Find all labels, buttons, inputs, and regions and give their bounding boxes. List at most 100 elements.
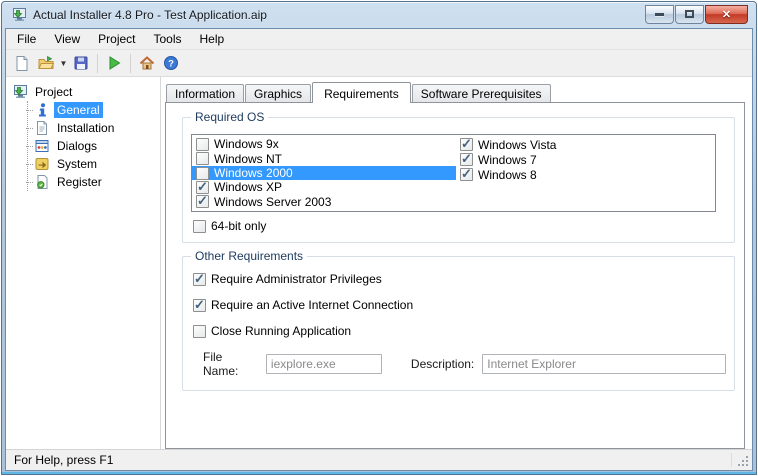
os-label: Windows 7 [478,152,537,167]
close-running-app-option[interactable]: ✓ Close Running Application [193,324,726,338]
help-button[interactable]: ? [159,52,183,75]
tree-item-system[interactable]: System [12,155,158,173]
close-icon: ✕ [721,8,732,21]
tree-item-general[interactable]: General [12,101,158,119]
menu-project[interactable]: Project [89,30,144,48]
home-icon [139,56,155,70]
tab-panel-requirements: Required OS ✓ Windows 9x ✓ Windows NT [165,102,745,449]
require-internet-option[interactable]: ✓ Require an Active Internet Connection [193,296,726,312]
menu-tools[interactable]: Tools [145,30,191,48]
home-button[interactable] [135,52,159,75]
require-internet-label: Require an Active Internet Connection [211,298,414,312]
status-bar: For Help, press F1 [6,449,752,470]
menu-view[interactable]: View [45,30,89,48]
os-item-windows-xp[interactable]: ✓ Windows XP [192,179,456,195]
os-item-windows-vista[interactable]: ✓ Windows Vista [456,136,715,152]
info-icon [39,103,46,117]
required-os-group: Required OS ✓ Windows 9x ✓ Windows NT [182,110,735,243]
new-project-button[interactable] [10,52,34,75]
checkbox-windows-2000[interactable]: ✓ [196,166,209,180]
tree-label-general: General [54,102,103,118]
checkbox-require-admin[interactable]: ✓ [193,270,206,286]
checkbox-windows-server-2003[interactable]: ✓ [196,193,209,209]
os-item-windows-nt[interactable]: ✓ Windows NT [192,151,456,166]
tab-software-prerequisites[interactable]: Software Prerequisites [411,84,551,102]
tree-item-register[interactable]: Register [12,173,158,191]
save-icon [74,56,88,70]
menu-bar: File View Project Tools Help [6,29,752,50]
os-label: Windows Server 2003 [214,194,332,209]
resize-grip[interactable] [737,455,749,467]
close-button[interactable]: ✕ [705,4,748,24]
64-bit-only-option[interactable]: ✓ 64-bit only [193,219,726,233]
tree-label-installation: Installation [57,121,115,135]
close-app-fields-row: File Name: Description: [203,350,726,378]
menu-file[interactable]: File [8,30,45,48]
window-title: Actual Installer 4.8 Pro - Test Applicat… [33,8,267,22]
tree-label-project: Project [35,85,73,99]
check-icon: ✓ [194,270,205,286]
tree-label-register: Register [57,175,102,189]
client-area: File View Project Tools Help ▼ ? Project… [5,28,753,471]
toolbar-separator [97,53,98,73]
checkbox-windows-xp[interactable]: ✓ [196,179,209,194]
status-text: For Help, press F1 [14,453,114,467]
system-icon [35,158,49,170]
checkbox-windows-vista[interactable]: ✓ [460,136,473,151]
save-button[interactable] [69,52,93,75]
main-area: Project General Installation Dialogs Sys… [6,77,752,449]
checkbox-windows-nt[interactable]: ✓ [196,152,209,166]
tree-item-installation[interactable]: Installation [12,119,158,137]
os-item-windows-2000[interactable]: ✓ Windows 2000 [192,165,456,181]
maximize-button[interactable] [675,4,704,24]
checkbox-require-internet[interactable]: ✓ [193,296,206,312]
title-bar[interactable]: Actual Installer 4.8 Pro - Test Applicat… [5,2,753,28]
tab-information[interactable]: Information [166,84,245,102]
os-list-right-column: ✓ Windows Vista ✓ Windows 7 ✓ Windows 8 [456,136,715,209]
svg-text:?: ? [168,59,174,70]
tree-connector [26,109,33,111]
check-icon: ✓ [461,151,472,166]
maximize-icon [685,10,694,18]
build-run-icon [109,56,121,70]
required-os-list[interactable]: ✓ Windows 9x ✓ Windows NT ✓ Windows 2000 [191,134,716,212]
os-label: Windows 2000 [214,166,293,181]
os-list-left-column: ✓ Windows 9x ✓ Windows NT ✓ Windows 2000 [192,137,456,209]
os-label: Windows XP [214,180,283,195]
tree-label-system: System [57,157,98,171]
required-os-group-label: Required OS [191,110,269,124]
installation-page-icon [37,121,47,135]
checkbox-64-bit-only[interactable]: ✓ [193,219,206,233]
os-item-windows-8[interactable]: ✓ Windows 8 [456,166,715,182]
os-label: Windows Vista [478,137,557,152]
description-input[interactable] [482,354,726,374]
checkbox-windows-9x[interactable]: ✓ [196,137,209,151]
minimize-icon [655,12,664,16]
tab-graphics[interactable]: Graphics [245,84,312,102]
os-item-windows-7[interactable]: ✓ Windows 7 [456,151,715,167]
os-item-windows-server-2003[interactable]: ✓ Windows Server 2003 [192,193,456,209]
tree-item-project[interactable]: Project [12,83,158,101]
toolbar: ▼ ? [6,50,752,77]
menu-help[interactable]: Help [191,30,234,48]
open-project-button[interactable] [34,52,58,75]
open-dropdown-arrow[interactable]: ▼ [58,52,69,75]
require-admin-option[interactable]: ✓ Require Administrator Privileges [193,270,726,286]
dialogs-window-icon [35,140,49,152]
status-bar-separator [731,453,732,467]
check-icon: ✓ [194,296,205,312]
other-requirements-group: Other Requirements ✓ Require Administrat… [182,249,735,391]
app-window: Actual Installer 4.8 Pro - Test Applicat… [1,1,757,475]
help-icon: ? [164,56,178,70]
tab-requirements[interactable]: Requirements [312,82,411,103]
checkbox-close-running-app[interactable]: ✓ [193,324,206,338]
os-item-windows-9x[interactable]: ✓ Windows 9x [192,137,456,151]
minimize-button[interactable] [645,4,674,24]
build-run-button[interactable] [102,52,126,75]
require-admin-label: Require Administrator Privileges [211,272,382,286]
tree-item-dialogs[interactable]: Dialogs [12,137,158,155]
checkbox-windows-7[interactable]: ✓ [460,151,473,166]
file-name-input[interactable] [265,354,382,374]
checkbox-windows-8[interactable]: ✓ [460,166,473,181]
64-bit-only-label: 64-bit only [211,219,267,233]
